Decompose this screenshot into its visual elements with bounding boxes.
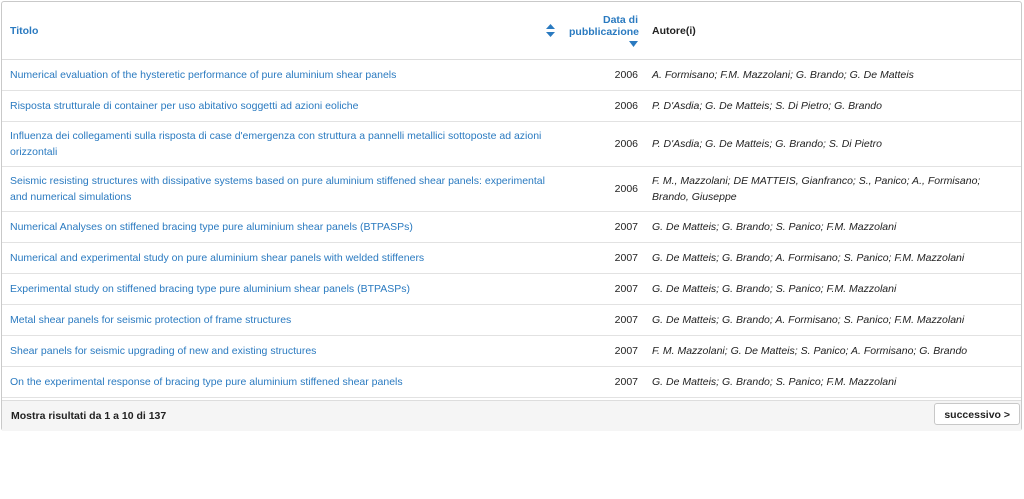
row-date: 2006 <box>561 166 644 212</box>
header-title[interactable]: Titolo <box>2 2 561 60</box>
row-title-cell: On the experimental response of bracing … <box>2 366 561 398</box>
sort-both-icon[interactable] <box>546 24 555 37</box>
row-authors: G. De Matteis; G. Brando; S. Panico; F.M… <box>644 366 1021 398</box>
row-title-link[interactable]: Shear panels for seismic upgrading of ne… <box>10 345 316 357</box>
row-title-cell: Numerical and experimental study on pure… <box>2 242 561 274</box>
row-authors: F. M. Mazzolani; G. De Matteis; S. Panic… <box>644 335 1021 367</box>
header-authors: Autore(i) <box>644 2 1021 60</box>
sort-desc-icon[interactable] <box>629 41 638 47</box>
header-authors-label: Autore(i) <box>652 24 696 37</box>
table-row: Seismic resisting structures with dissip… <box>2 166 1021 212</box>
row-authors: G. De Matteis; G. Brando; A. Formisano; … <box>644 304 1021 336</box>
row-title-cell: Influenza dei collegamenti sulla rispost… <box>2 121 561 167</box>
row-title-cell: Seismic resisting structures with dissip… <box>2 166 561 212</box>
row-date: 2007 <box>561 211 644 243</box>
row-date: 2007 <box>561 335 644 367</box>
next-page-button[interactable]: successivo > <box>934 403 1020 425</box>
table-row: Shear panels for seismic upgrading of ne… <box>2 335 1021 367</box>
row-title-cell: Numerical evaluation of the hysteretic p… <box>2 59 561 91</box>
row-title-cell: Numerical Analyses on stiffened bracing … <box>2 211 561 243</box>
row-title-link[interactable]: On the experimental response of bracing … <box>10 376 403 388</box>
header-date-label-line2[interactable]: pubblicazione <box>569 26 639 38</box>
row-authors: G. De Matteis; G. Brando; S. Panico; F.M… <box>644 211 1021 243</box>
table-row: On the experimental response of bracing … <box>2 366 1021 398</box>
row-date: 2007 <box>561 273 644 305</box>
row-authors: P. D'Asdia; G. De Matteis; S. Di Pietro;… <box>644 90 1021 122</box>
row-title-cell: Metal shear panels for seismic protectio… <box>2 304 561 336</box>
table-row: Experimental study on stiffened bracing … <box>2 273 1021 305</box>
row-date: 2007 <box>561 242 644 274</box>
table-row: Risposta strutturale di container per us… <box>2 90 1021 122</box>
row-title-link[interactable]: Numerical Analyses on stiffened bracing … <box>10 221 413 233</box>
table-header-row: Titolo Data di pubblicazione Autore(i) <box>2 2 1021 60</box>
table-row: Numerical and experimental study on pure… <box>2 242 1021 274</box>
row-title-cell: Risposta strutturale di container per us… <box>2 90 561 122</box>
results-panel: Titolo Data di pubblicazione Autore(i) N… <box>1 1 1022 431</box>
row-title-cell: Shear panels for seismic upgrading of ne… <box>2 335 561 367</box>
header-date-label-line1[interactable]: Data di <box>569 14 638 26</box>
table-row: Influenza dei collegamenti sulla rispost… <box>2 121 1021 167</box>
table-footer: Mostra risultati da 1 a 10 di 137 succes… <box>2 400 1021 431</box>
results-table: Titolo Data di pubblicazione Autore(i) N… <box>2 2 1021 398</box>
row-title-link[interactable]: Numerical evaluation of the hysteretic p… <box>10 69 396 81</box>
header-date[interactable]: Data di pubblicazione <box>561 2 644 60</box>
table-row: Numerical Analyses on stiffened bracing … <box>2 211 1021 243</box>
table-row: Metal shear panels for seismic protectio… <box>2 304 1021 336</box>
row-date: 2007 <box>561 304 644 336</box>
row-authors: P. D'Asdia; G. De Matteis; G. Brando; S.… <box>644 121 1021 167</box>
row-date: 2006 <box>561 121 644 167</box>
row-authors: F. M., Mazzolani; DE MATTEIS, Gianfranco… <box>644 166 1021 212</box>
row-date: 2006 <box>561 59 644 91</box>
row-date: 2006 <box>561 90 644 122</box>
row-authors: A. Formisano; F.M. Mazzolani; G. Brando;… <box>644 59 1021 91</box>
header-title-label[interactable]: Titolo <box>10 25 38 37</box>
row-title-link[interactable]: Experimental study on stiffened bracing … <box>10 283 410 295</box>
row-date: 2007 <box>561 366 644 398</box>
row-title-link[interactable]: Metal shear panels for seismic protectio… <box>10 314 291 326</box>
row-title-link[interactable]: Risposta strutturale di container per us… <box>10 100 358 112</box>
table-row: Numerical evaluation of the hysteretic p… <box>2 59 1021 91</box>
row-title-link[interactable]: Seismic resisting structures with dissip… <box>10 175 545 203</box>
row-title-cell: Experimental study on stiffened bracing … <box>2 273 561 305</box>
row-authors: G. De Matteis; G. Brando; S. Panico; F.M… <box>644 273 1021 305</box>
row-title-link[interactable]: Influenza dei collegamenti sulla rispost… <box>10 130 541 158</box>
row-title-link[interactable]: Numerical and experimental study on pure… <box>10 252 424 264</box>
results-count: Mostra risultati da 1 a 10 di 137 <box>11 410 167 422</box>
row-authors: G. De Matteis; G. Brando; A. Formisano; … <box>644 242 1021 274</box>
